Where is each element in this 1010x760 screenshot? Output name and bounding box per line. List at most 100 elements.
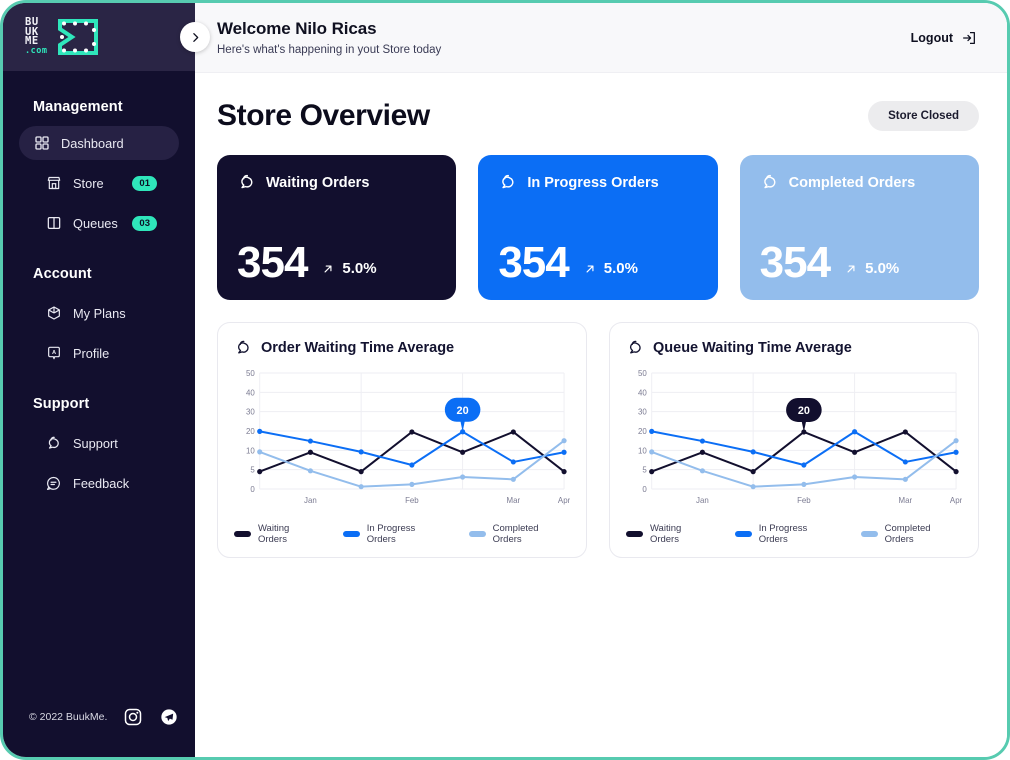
legend-swatch xyxy=(468,531,486,537)
legend-label: Completed Orders xyxy=(492,523,539,545)
svg-text:10: 10 xyxy=(246,446,255,455)
page-title: Store Overview xyxy=(217,99,430,132)
svg-text:30: 30 xyxy=(246,408,255,417)
svg-text:Mar: Mar xyxy=(507,496,521,505)
legend-item[interactable]: Completed Orders xyxy=(468,523,570,545)
sidebar-collapse-toggle[interactable] xyxy=(180,22,210,52)
arrow-up-right-icon xyxy=(847,265,855,272)
svg-text:10: 10 xyxy=(638,446,647,455)
legend-label: Completed Orders xyxy=(884,523,931,545)
chart-plot[interactable]: 504030201050JanFebMarAprMaiJun20 xyxy=(234,367,570,517)
arrow-up-right-icon xyxy=(324,265,332,272)
profile-icon: A xyxy=(45,345,62,362)
stat-card-delta: 5.0% xyxy=(583,260,638,284)
svg-text:Feb: Feb xyxy=(797,496,811,505)
stat-card-in-progress-orders[interactable]: In Progress Orders 354 5.0% xyxy=(478,155,718,300)
feedback-icon xyxy=(45,475,62,492)
cube-icon xyxy=(45,305,62,322)
legend-label: Waiting Orders xyxy=(649,523,682,545)
svg-text:Apr: Apr xyxy=(558,496,570,505)
grid-icon xyxy=(33,135,50,152)
stat-card-delta-value: 5.0% xyxy=(865,260,900,277)
store-status-badge[interactable]: Store Closed xyxy=(868,101,979,131)
stat-card-delta: 5.0% xyxy=(844,260,899,284)
sidebar-badge-store: 01 xyxy=(132,175,157,191)
chart-legend: Waiting Orders In Progress Orders Complete… xyxy=(626,523,962,545)
logo-wordmark: BU UK ME .com xyxy=(25,17,48,57)
sidebar-item-label: Profile xyxy=(73,345,110,361)
sidebar-section-account: Account My Plans A Profile xyxy=(3,266,195,370)
stat-card-delta: 5.0% xyxy=(321,260,377,284)
sidebar-item-label: Feedback xyxy=(73,475,130,491)
logout-button[interactable]: Logout xyxy=(911,30,977,46)
sidebar-item-label: My Plans xyxy=(73,305,126,321)
page-header: Store Overview Store Closed xyxy=(217,99,979,133)
svg-text:0: 0 xyxy=(642,485,647,494)
sidebar-item-queues[interactable]: Queues 03 xyxy=(19,206,179,240)
svg-text:5: 5 xyxy=(642,466,647,475)
stat-cards-row: Waiting Orders 354 5.0% In Progress Orde… xyxy=(217,155,979,300)
svg-text:50: 50 xyxy=(246,369,255,378)
sidebar-item-label: Queues xyxy=(73,215,118,231)
sidebar-section-title-support: Support xyxy=(33,396,90,412)
columns-icon xyxy=(45,215,62,232)
main-area: Welcome Nilo Ricas Here's what's happeni… xyxy=(195,3,1007,757)
sidebar-item-support[interactable]: Support xyxy=(19,426,179,460)
legend-label: Waiting Orders xyxy=(257,523,290,545)
welcome-title: Welcome Nilo Ricas xyxy=(217,19,377,38)
legend-label: In Progress Orders xyxy=(366,523,416,545)
legend-item[interactable]: In Progress Orders xyxy=(734,523,839,545)
sidebar-section-management: Management Dashboard Store 01 Queues 03 xyxy=(3,99,195,240)
logo-line-4: .com xyxy=(25,46,48,57)
stat-card-completed-orders[interactable]: Completed Orders 354 5.0% xyxy=(739,155,979,300)
chart-legend: Waiting Orders In Progress Orders Complete… xyxy=(234,523,570,545)
legend-swatch xyxy=(234,531,251,537)
instagram-icon[interactable] xyxy=(123,707,143,727)
legend-item[interactable]: Waiting Orders xyxy=(626,523,713,545)
chevron-right-icon xyxy=(192,32,198,42)
sidebar-item-label: Store xyxy=(73,175,104,191)
stat-card-waiting-orders[interactable]: Waiting Orders 354 5.0% xyxy=(217,155,457,300)
svg-text:0: 0 xyxy=(250,485,255,494)
sidebar-item-dashboard[interactable]: Dashboard xyxy=(19,126,179,160)
sidebar-item-feedback[interactable]: Feedback xyxy=(19,466,179,500)
chart-card-queue-waiting-time: Queue Waiting Time Average 50 40 30 20 10 5 0 J… xyxy=(609,322,979,558)
svg-text:30: 30 xyxy=(638,408,647,417)
sidebar-nav: Management Dashboard Store 01 Queues 03 … xyxy=(3,71,195,707)
sidebar-item-store[interactable]: Store 01 xyxy=(19,166,179,200)
sidebar-item-profile[interactable]: A Profile xyxy=(19,336,179,370)
sidebar: BU UK ME .com Management Dashboard Store… xyxy=(3,3,210,757)
legend-item[interactable]: In Progress Orders xyxy=(342,523,447,545)
topbar: Welcome Nilo Ricas Here's what's happeni… xyxy=(195,3,1007,73)
sidebar-item-label: Dashboard xyxy=(61,135,124,151)
chat-icon xyxy=(502,174,514,189)
chat-icon xyxy=(630,340,641,354)
svg-text:Mar: Mar xyxy=(899,496,913,505)
sidebar-section-title-management: Management xyxy=(33,99,123,115)
svg-text:5: 5 xyxy=(250,466,255,475)
telegram-icon[interactable] xyxy=(159,707,179,727)
charts-row: Order Waiting Time Average 50 40 30 20 10 5 0 J… xyxy=(217,322,979,558)
legend-swatch xyxy=(734,531,752,537)
svg-text:20: 20 xyxy=(246,427,255,436)
buukme-logo-icon xyxy=(58,19,99,55)
chart-title: Order Waiting Time Average xyxy=(261,340,455,356)
svg-text:A: A xyxy=(51,350,55,356)
legend-item[interactable]: Waiting Orders xyxy=(234,523,321,545)
chat-icon xyxy=(238,340,249,354)
stat-card-title: Waiting Orders xyxy=(266,174,370,191)
chart-tooltip: 20 xyxy=(444,397,481,432)
sidebar-section-support: Support Support Feedback xyxy=(3,396,195,500)
stat-card-value: 354 xyxy=(498,238,569,288)
chart-title: Queue Waiting Time Average xyxy=(653,340,852,356)
legend-swatch xyxy=(626,531,643,537)
sidebar-badge-queues: 03 xyxy=(132,215,157,231)
sidebar-logo[interactable]: BU UK ME .com xyxy=(3,3,195,71)
sidebar-item-my-plans[interactable]: My Plans xyxy=(19,296,179,330)
svg-text:20: 20 xyxy=(457,405,469,417)
chart-plot[interactable]: 504030201050JanFebMarAprMaiJun20 xyxy=(626,367,962,517)
chart-card-order-waiting-time: Order Waiting Time Average 50 40 30 20 10 5 0 J… xyxy=(217,322,587,558)
stat-card-title: In Progress Orders xyxy=(527,174,659,191)
svg-text:20: 20 xyxy=(638,427,647,436)
legend-item[interactable]: Completed Orders xyxy=(860,523,962,545)
